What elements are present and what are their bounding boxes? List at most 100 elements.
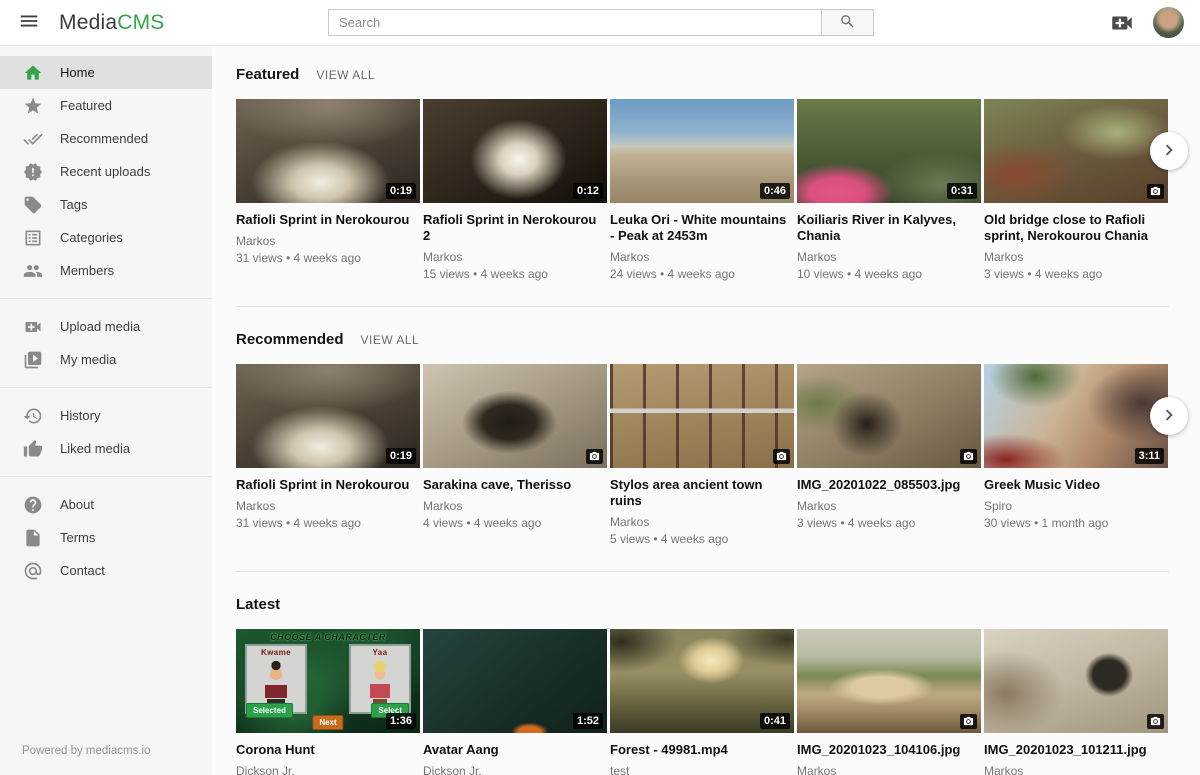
media-title[interactable]: Rafioli Sprint in Nerokourou <box>236 212 414 228</box>
cards-row: 0:19 Rafioli Sprint in Nerokourou Markos… <box>236 364 1169 555</box>
search-bar <box>328 9 874 36</box>
media-card[interactable]: 1:52 Avatar Aang Dickson Jr. 12 views • … <box>423 629 607 775</box>
media-title[interactable]: Stylos area ancient town ruins <box>610 477 788 509</box>
media-card[interactable]: CHOOSE A CHARACTERKwameYaaSelectedNextSe… <box>236 629 420 775</box>
section-header: Latest <box>236 596 1200 613</box>
media-title[interactable]: Koiliaris River in Kalyves, Chania <box>797 212 975 244</box>
media-thumbnail[interactable] <box>984 629 1168 733</box>
sidebar-item-terms[interactable]: Terms <box>0 521 212 554</box>
sidebar-item-liked-media[interactable]: Liked media <box>0 432 212 465</box>
view-all-link[interactable]: VIEW ALL <box>361 333 420 347</box>
media-title[interactable]: IMG_20201023_104106.jpg <box>797 742 975 758</box>
media-title[interactable]: Forest - 49981.mp4 <box>610 742 788 758</box>
media-thumbnail[interactable]: 0:19 <box>236 99 420 203</box>
media-author[interactable]: Dickson Jr. <box>236 764 420 775</box>
home-icon <box>22 62 44 84</box>
sidebar-item-history[interactable]: History <box>0 399 212 432</box>
media-title[interactable]: IMG_20201022_085503.jpg <box>797 477 975 493</box>
media-thumbnail[interactable] <box>797 364 981 468</box>
media-thumbnail[interactable]: 1:52 <box>423 629 607 733</box>
sidebar-item-recent-uploads[interactable]: Recent uploads <box>0 155 212 188</box>
mediacms-logo[interactable]: MediaCMS <box>59 11 164 35</box>
media-thumbnail[interactable]: 0:41 <box>610 629 794 733</box>
sidebar-item-my-media[interactable]: My media <box>0 343 212 376</box>
media-title[interactable]: Leuka Ori - White mountains - Peak at 24… <box>610 212 788 244</box>
media-author[interactable]: Markos <box>797 250 981 264</box>
user-avatar[interactable] <box>1153 7 1184 38</box>
media-section: Latest CHOOSE A CHARACTERKwameYaaSelecte… <box>236 596 1200 775</box>
sidebar-item-label: Terms <box>60 530 95 545</box>
media-thumbnail[interactable]: 3:11 <box>984 364 1168 468</box>
next-arrow-button[interactable] <box>1150 397 1188 435</box>
media-thumbnail[interactable] <box>610 364 794 468</box>
sidebar-item-featured[interactable]: Featured <box>0 89 212 122</box>
media-card[interactable]: 0:31 Koiliaris River in Kalyves, Chania … <box>797 99 981 290</box>
media-thumbnail[interactable] <box>984 99 1168 203</box>
view-all-link[interactable]: VIEW ALL <box>316 68 375 82</box>
media-meta: 4 views • 4 weeks ago <box>423 516 607 530</box>
sidebar-item-tags[interactable]: Tags <box>0 188 212 221</box>
media-card[interactable]: 0:19 Rafioli Sprint in Nerokourou Markos… <box>236 99 420 290</box>
media-card[interactable]: Stylos area ancient town ruins Markos 5 … <box>610 364 794 555</box>
sidebar-item-upload-media[interactable]: Upload media <box>0 310 212 343</box>
menu-button[interactable] <box>18 10 40 35</box>
people-icon <box>22 260 44 282</box>
media-title[interactable]: IMG_20201023_101211.jpg <box>984 742 1162 758</box>
sidebar-item-categories[interactable]: Categories <box>0 221 212 254</box>
media-author[interactable]: Markos <box>423 250 607 264</box>
media-thumbnail[interactable]: 0:31 <box>797 99 981 203</box>
media-author[interactable]: test <box>610 764 794 775</box>
media-title[interactable]: Rafioli Sprint in Nerokourou 2 <box>423 212 601 244</box>
sidebar-item-label: Contact <box>60 563 105 578</box>
game-title-text: CHOOSE A CHARACTER <box>236 632 420 642</box>
media-author[interactable]: Markos <box>610 250 794 264</box>
media-author[interactable]: Markos <box>236 234 420 248</box>
upload-media-icon[interactable] <box>1109 10 1135 36</box>
media-card[interactable]: Old bridge close to Rafioli sprint, Nero… <box>984 99 1168 290</box>
media-card[interactable]: 0:46 Leuka Ori - White mountains - Peak … <box>610 99 794 290</box>
media-title[interactable]: Old bridge close to Rafioli sprint, Nero… <box>984 212 1162 244</box>
media-author[interactable]: Spiro <box>984 499 1168 513</box>
media-thumbnail[interactable] <box>797 629 981 733</box>
media-author[interactable]: Markos <box>236 499 420 513</box>
search-input[interactable] <box>328 9 822 36</box>
logo-text-cms: CMS <box>117 11 164 34</box>
media-card[interactable]: Sarakina cave, Therisso Markos 4 views •… <box>423 364 607 555</box>
search-button[interactable] <box>822 9 874 36</box>
next-arrow-button[interactable] <box>1150 132 1188 170</box>
media-author[interactable]: Markos <box>984 250 1168 264</box>
media-title[interactable]: Sarakina cave, Therisso <box>423 477 601 493</box>
media-title[interactable]: Avatar Aang <box>423 742 601 758</box>
media-author[interactable]: Markos <box>423 499 607 513</box>
media-card[interactable]: 0:41 Forest - 49981.mp4 test 17 views • … <box>610 629 794 775</box>
media-title[interactable]: Rafioli Sprint in Nerokourou <box>236 477 414 493</box>
hamburger-icon <box>18 10 40 35</box>
media-title[interactable]: Greek Music Video <box>984 477 1162 493</box>
media-thumbnail[interactable]: 0:12 <box>423 99 607 203</box>
sidebar-item-about[interactable]: About <box>0 488 212 521</box>
sidebar-item-recommended[interactable]: Recommended <box>0 122 212 155</box>
character-sprite <box>263 661 289 703</box>
media-card[interactable]: IMG_20201023_101211.jpg Markos 4 views •… <box>984 629 1168 775</box>
media-card[interactable]: IMG_20201023_104106.jpg Markos 4 views •… <box>797 629 981 775</box>
media-card[interactable]: IMG_20201022_085503.jpg Markos 3 views •… <box>797 364 981 555</box>
media-author[interactable]: Markos <box>797 764 981 775</box>
media-thumbnail[interactable]: 0:19 <box>236 364 420 468</box>
sidebar-item-home[interactable]: Home <box>0 56 212 89</box>
media-author[interactable]: Markos <box>797 499 981 513</box>
media-card[interactable]: 0:12 Rafioli Sprint in Nerokourou 2 Mark… <box>423 99 607 290</box>
sidebar-item-contact[interactable]: Contact <box>0 554 212 587</box>
search-icon <box>839 13 856 33</box>
media-thumbnail[interactable] <box>423 364 607 468</box>
media-meta: 5 views • 4 weeks ago <box>610 532 794 546</box>
media-card[interactable]: 3:11 Greek Music Video Spiro 30 views • … <box>984 364 1168 555</box>
sidebar-item-members[interactable]: Members <box>0 254 212 287</box>
media-title[interactable]: Corona Hunt <box>236 742 414 758</box>
media-author[interactable]: Markos <box>610 515 794 529</box>
media-author[interactable]: Markos <box>984 764 1168 775</box>
media-thumbnail[interactable]: CHOOSE A CHARACTERKwameYaaSelectedNextSe… <box>236 629 420 733</box>
media-thumbnail[interactable]: 0:46 <box>610 99 794 203</box>
logo-text-media: Media <box>59 11 117 34</box>
media-author[interactable]: Dickson Jr. <box>423 764 607 775</box>
media-card[interactable]: 0:19 Rafioli Sprint in Nerokourou Markos… <box>236 364 420 555</box>
